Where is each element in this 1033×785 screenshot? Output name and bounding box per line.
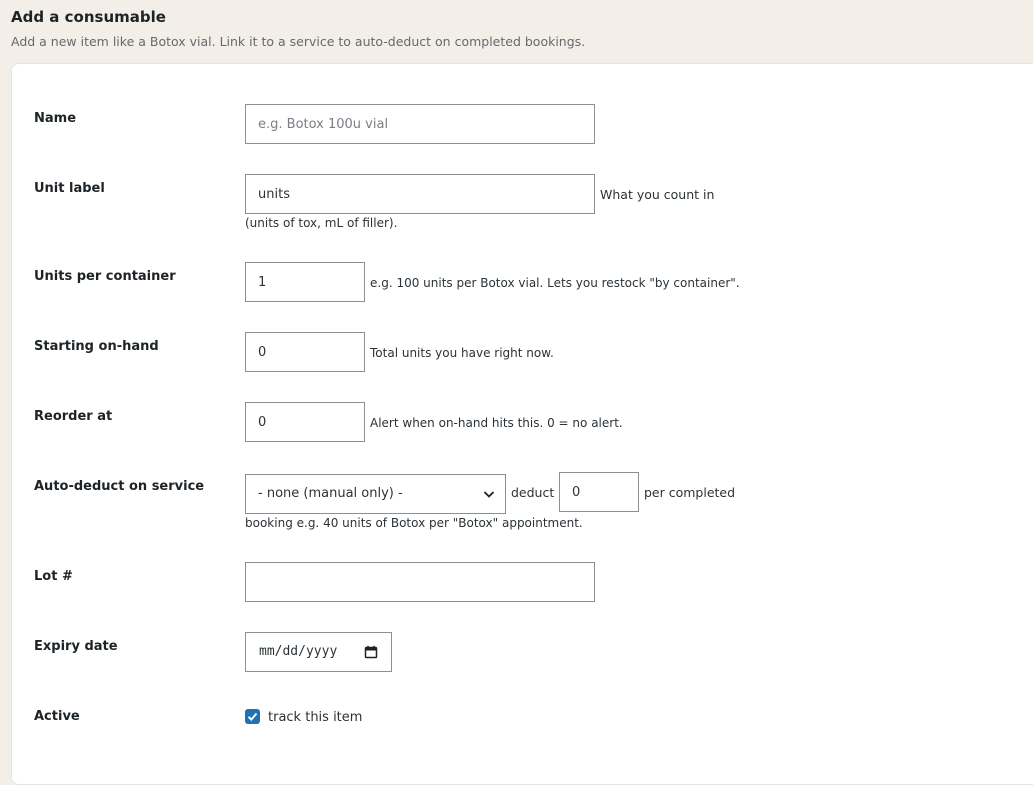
active-label: Active <box>34 709 80 724</box>
name-label: Name <box>34 111 77 126</box>
lot-label: Lot # <box>34 569 73 584</box>
calendar-icon[interactable] <box>364 645 378 659</box>
starting-on-hand-help: Total units you have right now. <box>370 346 554 360</box>
reorder-at-help: Alert when on-hand hits this. 0 = no ale… <box>370 416 623 430</box>
lot-input[interactable] <box>245 562 595 602</box>
units-per-container-input[interactable] <box>245 262 365 302</box>
unit-label-label: Unit label <box>34 181 105 196</box>
deduct-amount-input[interactable] <box>559 472 639 512</box>
unit-label-help: What you count in <box>600 187 715 202</box>
deduct-label: deduct <box>511 485 555 500</box>
service-select[interactable]: - none (manual only) - <box>245 474 506 514</box>
unit-label-help-continued: (units of tox, mL of filler). <box>245 216 398 230</box>
auto-deduct-label: Auto-deduct on service <box>34 479 205 494</box>
track-item-label[interactable]: track this item <box>268 710 362 725</box>
expiry-date-placeholder: mm/dd/yyyy <box>259 644 338 659</box>
chevron-down-icon <box>483 491 495 498</box>
expiry-date-input[interactable]: mm/dd/yyyy <box>245 632 392 672</box>
name-input[interactable] <box>245 104 595 144</box>
page-subtitle: Add a new item like a Botox vial. Link i… <box>11 34 586 49</box>
per-completed-label: per completed <box>644 485 736 500</box>
starting-on-hand-label: Starting on-hand <box>34 339 159 354</box>
checkmark-icon <box>247 712 258 721</box>
reorder-at-label: Reorder at <box>34 409 113 424</box>
reorder-at-input[interactable] <box>245 402 365 442</box>
expiry-date-label: Expiry date <box>34 639 118 654</box>
service-select-value: - none (manual only) - <box>258 486 403 501</box>
page-title: Add a consumable <box>11 8 166 26</box>
auto-deduct-help: booking e.g. 40 units of Botox per "Boto… <box>245 516 583 530</box>
units-per-container-label: Units per container <box>34 269 176 284</box>
starting-on-hand-input[interactable] <box>245 332 365 372</box>
unit-label-input[interactable] <box>245 174 595 214</box>
track-item-checkbox[interactable] <box>245 709 260 724</box>
units-per-container-help: e.g. 100 units per Botox vial. Lets you … <box>370 276 740 290</box>
